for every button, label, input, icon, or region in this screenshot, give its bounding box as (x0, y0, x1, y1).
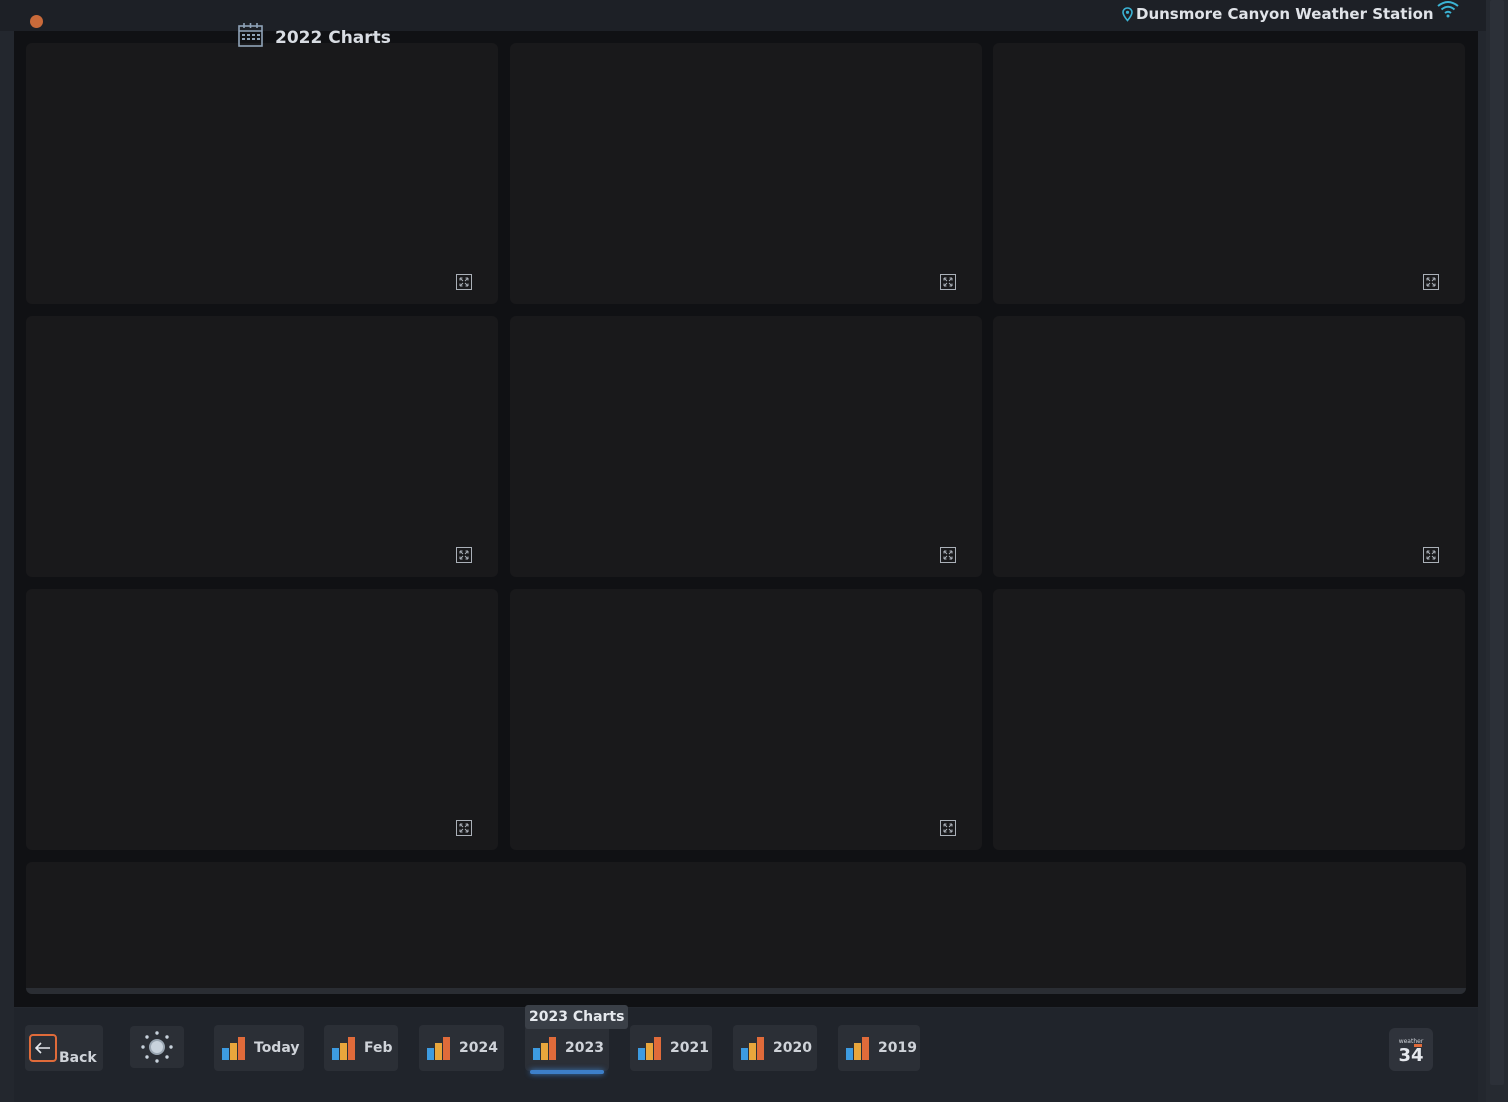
logo-small-text: weather (1399, 1038, 1424, 1045)
station-name: Dunsmore Canyon Weather Station (1136, 5, 1434, 23)
weather34-logo-icon: weather 34 (1398, 1038, 1424, 1066)
active-indicator (530, 1070, 604, 1074)
wide-card-scrollbar[interactable] (26, 988, 1466, 994)
expand-icon[interactable] (1423, 274, 1439, 290)
chart-card (26, 316, 498, 577)
bar-chart-icon (533, 1037, 556, 1060)
bar-chart-icon (638, 1037, 661, 1060)
page-title: 2022 Charts (275, 28, 391, 48)
button-label: 2021 (670, 1040, 709, 1056)
expand-icon[interactable] (1423, 547, 1439, 563)
location-pin-icon (1122, 6, 1133, 22)
chart-card (993, 43, 1465, 304)
expand-icon[interactable] (940, 820, 956, 836)
bar-chart-icon (332, 1037, 355, 1060)
bar-chart-icon (846, 1037, 869, 1060)
year-2019-charts-button[interactable]: 2019 (838, 1025, 920, 1071)
expand-icon[interactable] (456, 274, 472, 290)
button-label: Today (254, 1040, 300, 1056)
wide-chart-card (26, 862, 1466, 994)
page-header: 2022 Charts (238, 22, 391, 48)
bar-chart-icon (741, 1037, 764, 1060)
button-label: 2023 (565, 1040, 604, 1056)
theme-toggle-button[interactable] (130, 1026, 184, 1068)
sun-icon (141, 1031, 173, 1063)
scrollbar-thumb[interactable] (1490, 0, 1504, 1085)
back-label: Back (59, 1050, 97, 1066)
expand-icon[interactable] (456, 820, 472, 836)
expand-icon[interactable] (940, 547, 956, 563)
year-2020-charts-button[interactable]: 2020 (733, 1025, 817, 1071)
weather34-logo[interactable]: weather 34 (1389, 1028, 1433, 1071)
chart-card (510, 589, 982, 850)
button-label: 2019 (878, 1040, 917, 1056)
top-bar: Dunsmore Canyon Weather Station (0, 0, 1486, 31)
chart-card (510, 43, 982, 304)
feb-charts-button[interactable]: Feb (324, 1025, 398, 1071)
charts-panel (14, 31, 1478, 1007)
back-button[interactable]: Back (25, 1025, 103, 1071)
bar-chart-icon (427, 1037, 450, 1060)
expand-icon[interactable] (940, 274, 956, 290)
station-location: Dunsmore Canyon Weather Station (1122, 5, 1434, 23)
wifi-icon (1437, 1, 1459, 18)
button-tooltip: 2023 Charts (525, 1005, 629, 1029)
back-arrow-icon (29, 1034, 57, 1062)
expand-icon[interactable] (456, 547, 472, 563)
calendar-icon (238, 23, 263, 47)
chart-card (993, 589, 1465, 850)
year-2023-charts-button[interactable]: 2023 (525, 1025, 609, 1071)
bar-chart-icon (222, 1037, 245, 1060)
logo-number: 34 (1398, 1045, 1423, 1066)
chart-card (26, 589, 498, 850)
button-label: 2020 (773, 1040, 812, 1056)
today-charts-button[interactable]: Today (214, 1025, 304, 1071)
button-label: 2024 (459, 1040, 498, 1056)
status-indicator-icon (30, 15, 43, 28)
chart-card (26, 43, 498, 304)
year-2024-charts-button[interactable]: 2024 (419, 1025, 504, 1071)
chart-card (510, 316, 982, 577)
button-label: Feb (364, 1040, 393, 1056)
year-2021-charts-button[interactable]: 2021 (630, 1025, 712, 1071)
chart-card (993, 316, 1465, 577)
